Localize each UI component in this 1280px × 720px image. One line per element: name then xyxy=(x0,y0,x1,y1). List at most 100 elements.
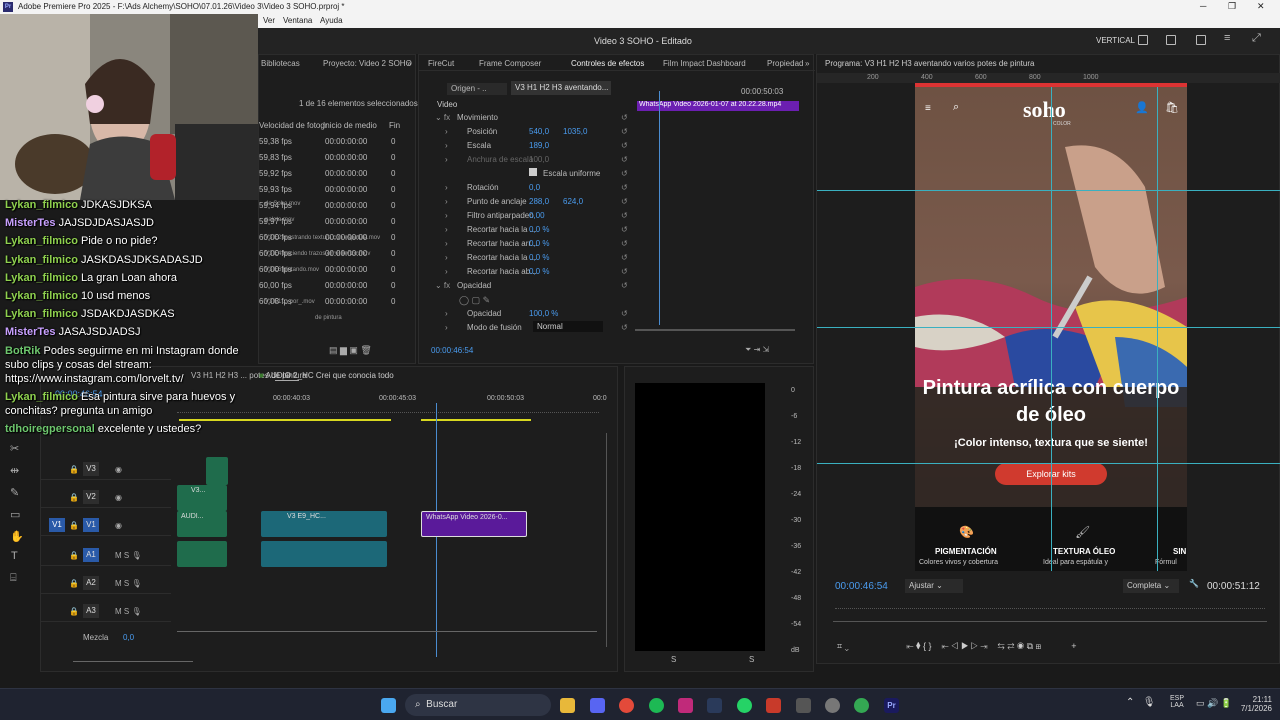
menu-ver[interactable]: Ver xyxy=(263,16,275,25)
meter-left[interactable]: S xyxy=(671,655,676,664)
effects-scrollbar[interactable] xyxy=(635,329,795,331)
clip-bar[interactable]: WhatsApp Video 2026-01-07 at 20.22.28.mp… xyxy=(637,101,799,111)
tab-propiedades[interactable]: Propiedad xyxy=(767,59,803,68)
fx-prop-toggle[interactable]: › xyxy=(445,323,448,332)
track-lock-icon[interactable]: 🔒 xyxy=(69,551,79,560)
mix-value[interactable]: 0,0 xyxy=(123,633,134,642)
fx-prop-toggle[interactable]: › xyxy=(445,225,448,234)
source-patch-v1[interactable]: V1 xyxy=(49,518,65,532)
clip-a1-b[interactable] xyxy=(261,541,387,567)
razor-icon[interactable]: ✂ xyxy=(10,442,19,455)
effects-timecode[interactable]: 00:00:46:54 xyxy=(431,346,473,355)
track-label[interactable]: V3 xyxy=(83,462,99,476)
clip-v1-audio[interactable]: AUDI... xyxy=(177,511,227,537)
track-eye-icon[interactable]: ◉ xyxy=(115,493,122,502)
timeline-tab-2[interactable]: ■ AUDIO 2_HC Crei que conocia todo xyxy=(259,371,394,380)
fx-prop-toggle[interactable]: › xyxy=(445,267,448,276)
steam-icon[interactable] xyxy=(707,698,722,713)
minimize-icon[interactable]: ─ xyxy=(1200,1,1206,11)
close-icon[interactable]: ✕ xyxy=(1257,1,1265,12)
track-mute-solo[interactable]: M S 🎙 xyxy=(115,579,142,588)
program-timecode[interactable]: 00:00:46:54 xyxy=(835,581,888,592)
fx-prop-value[interactable]: 189,0 xyxy=(529,141,549,150)
fx-prop-value[interactable]: 100,0 % xyxy=(529,309,558,318)
spotify-icon[interactable] xyxy=(649,698,664,713)
search-icon[interactable]: ⌕ xyxy=(953,101,959,114)
more-tabs-icon[interactable]: » xyxy=(407,59,411,68)
share-icon[interactable] xyxy=(1196,35,1206,45)
search-box[interactable]: ⌕ Buscar xyxy=(405,694,551,716)
source-patch-a1[interactable] xyxy=(49,548,65,562)
reset-icon[interactable]: ↺ xyxy=(621,169,628,178)
blend-mode-dropdown[interactable]: Normal xyxy=(533,321,603,332)
menu-ventana[interactable]: Ventana xyxy=(283,16,312,25)
track-lock-icon[interactable]: 🔒 xyxy=(69,607,79,616)
discord-icon[interactable] xyxy=(590,698,605,713)
reset-icon[interactable]: ↺ xyxy=(621,197,628,206)
user-icon[interactable]: 👤 xyxy=(1135,101,1149,114)
layout-label[interactable]: VERTICAL xyxy=(1096,36,1135,45)
reset-icon[interactable]: ↺ xyxy=(621,309,628,318)
col-start[interactable]: Inicio de medio xyxy=(323,121,377,130)
tab-film-impact[interactable]: Film Impact Dashboard xyxy=(663,59,746,68)
fit-dropdown[interactable]: Ajustar ⌄ xyxy=(905,579,963,593)
fx-prop-value[interactable]: 0,0 % xyxy=(529,225,549,234)
app-icon[interactable] xyxy=(796,698,811,713)
timeline-zoom[interactable] xyxy=(73,661,193,662)
fx-prop-value[interactable]: 540,0 xyxy=(529,127,549,136)
program-ruler[interactable] xyxy=(835,601,1265,609)
bag-icon[interactable]: 🛍 xyxy=(1165,101,1179,114)
track-lock-icon[interactable]: 🔒 xyxy=(69,579,79,588)
premiere-icon[interactable]: Pr xyxy=(884,698,899,713)
fx-prop-toggle[interactable]: › xyxy=(445,155,448,164)
tab-effect-controls[interactable]: Controles de efectos xyxy=(571,59,644,68)
tray-icons[interactable]: ⌃ 🎙 xyxy=(1126,697,1155,708)
menu-icon[interactable]: ≡ xyxy=(1224,32,1234,44)
fx-prop-toggle[interactable]: › xyxy=(445,239,448,248)
app-icon[interactable] xyxy=(678,698,693,713)
fx-prop-value[interactable]: 100,0 xyxy=(529,155,549,164)
clip-tab[interactable]: V3 H1 H2 H3 aventando... xyxy=(511,81,611,95)
clip-v3[interactable] xyxy=(206,457,228,485)
checkbox-uniform-scale[interactable] xyxy=(529,168,537,176)
source-dropdown[interactable]: Origen - .. xyxy=(447,83,507,95)
fx-prop-toggle[interactable]: ⌄ fx xyxy=(435,281,450,290)
guide-horizontal[interactable] xyxy=(817,327,1280,328)
program-controls[interactable]: ⌗ ⌄ ⇤ ⧫ { } ⇤ ◁ ▶ ▷ ⇥ ⇆ ⇄ ◉ ⧉ ⊞ + xyxy=(837,641,1076,652)
track-eye-icon[interactable]: ◉ xyxy=(115,465,122,474)
track-mute-solo[interactable]: M S 🎙 xyxy=(115,551,142,560)
track-label[interactable]: V2 xyxy=(83,490,99,504)
caption-icon[interactable]: ⌸ xyxy=(10,572,17,585)
fx-prop-value[interactable]: 0,0 % xyxy=(529,253,549,262)
filter-icon[interactable]: ⏷ ⇥ ⇲ xyxy=(745,345,769,355)
windows-start-icon[interactable] xyxy=(381,698,396,713)
track-mute-solo[interactable]: M S 🎙 xyxy=(115,607,142,616)
whatsapp-icon[interactable] xyxy=(737,698,752,713)
rectangle-icon[interactable]: ▭ xyxy=(10,508,20,521)
tab-firecut[interactable]: FireCut xyxy=(428,59,454,68)
fx-prop-toggle[interactable]: › xyxy=(445,253,448,262)
clip-v2[interactable]: V3... xyxy=(177,485,227,511)
fx-prop-toggle[interactable]: ⌄ fx xyxy=(435,113,450,122)
guide-horizontal[interactable] xyxy=(817,463,1280,464)
time-ruler[interactable] xyxy=(177,405,599,413)
clip-v1-whatsapp[interactable]: WhatsApp Video 2026-0... xyxy=(421,511,527,537)
project-toolbar[interactable]: ▤ ▆ ▣ 🗑 xyxy=(329,345,372,356)
meter-right[interactable]: S xyxy=(749,655,754,664)
reset-icon[interactable]: ↺ xyxy=(621,281,628,290)
fx-prop-toggle[interactable]: › xyxy=(445,211,448,220)
clock[interactable]: 21:11 7/1/2026 xyxy=(1236,695,1272,713)
panel-icon[interactable] xyxy=(1138,35,1148,45)
chrome-icon[interactable] xyxy=(854,698,869,713)
reset-icon[interactable]: ↺ xyxy=(621,113,628,122)
reset-icon[interactable]: ↺ xyxy=(621,155,628,164)
quality-dropdown[interactable]: Completa ⌄ xyxy=(1123,579,1179,593)
folder-icon[interactable] xyxy=(560,698,575,713)
wrench-icon[interactable]: 🔧 xyxy=(1189,579,1199,588)
track-label[interactable]: A3 xyxy=(83,604,99,618)
menu-ayuda[interactable]: Ayuda xyxy=(320,16,343,25)
reset-icon[interactable]: ↺ xyxy=(621,253,628,262)
reset-icon[interactable]: ↺ xyxy=(621,267,628,276)
effects-playhead[interactable] xyxy=(659,91,660,325)
system-tray[interactable]: ▭ 🔊 🔋 xyxy=(1196,698,1232,709)
